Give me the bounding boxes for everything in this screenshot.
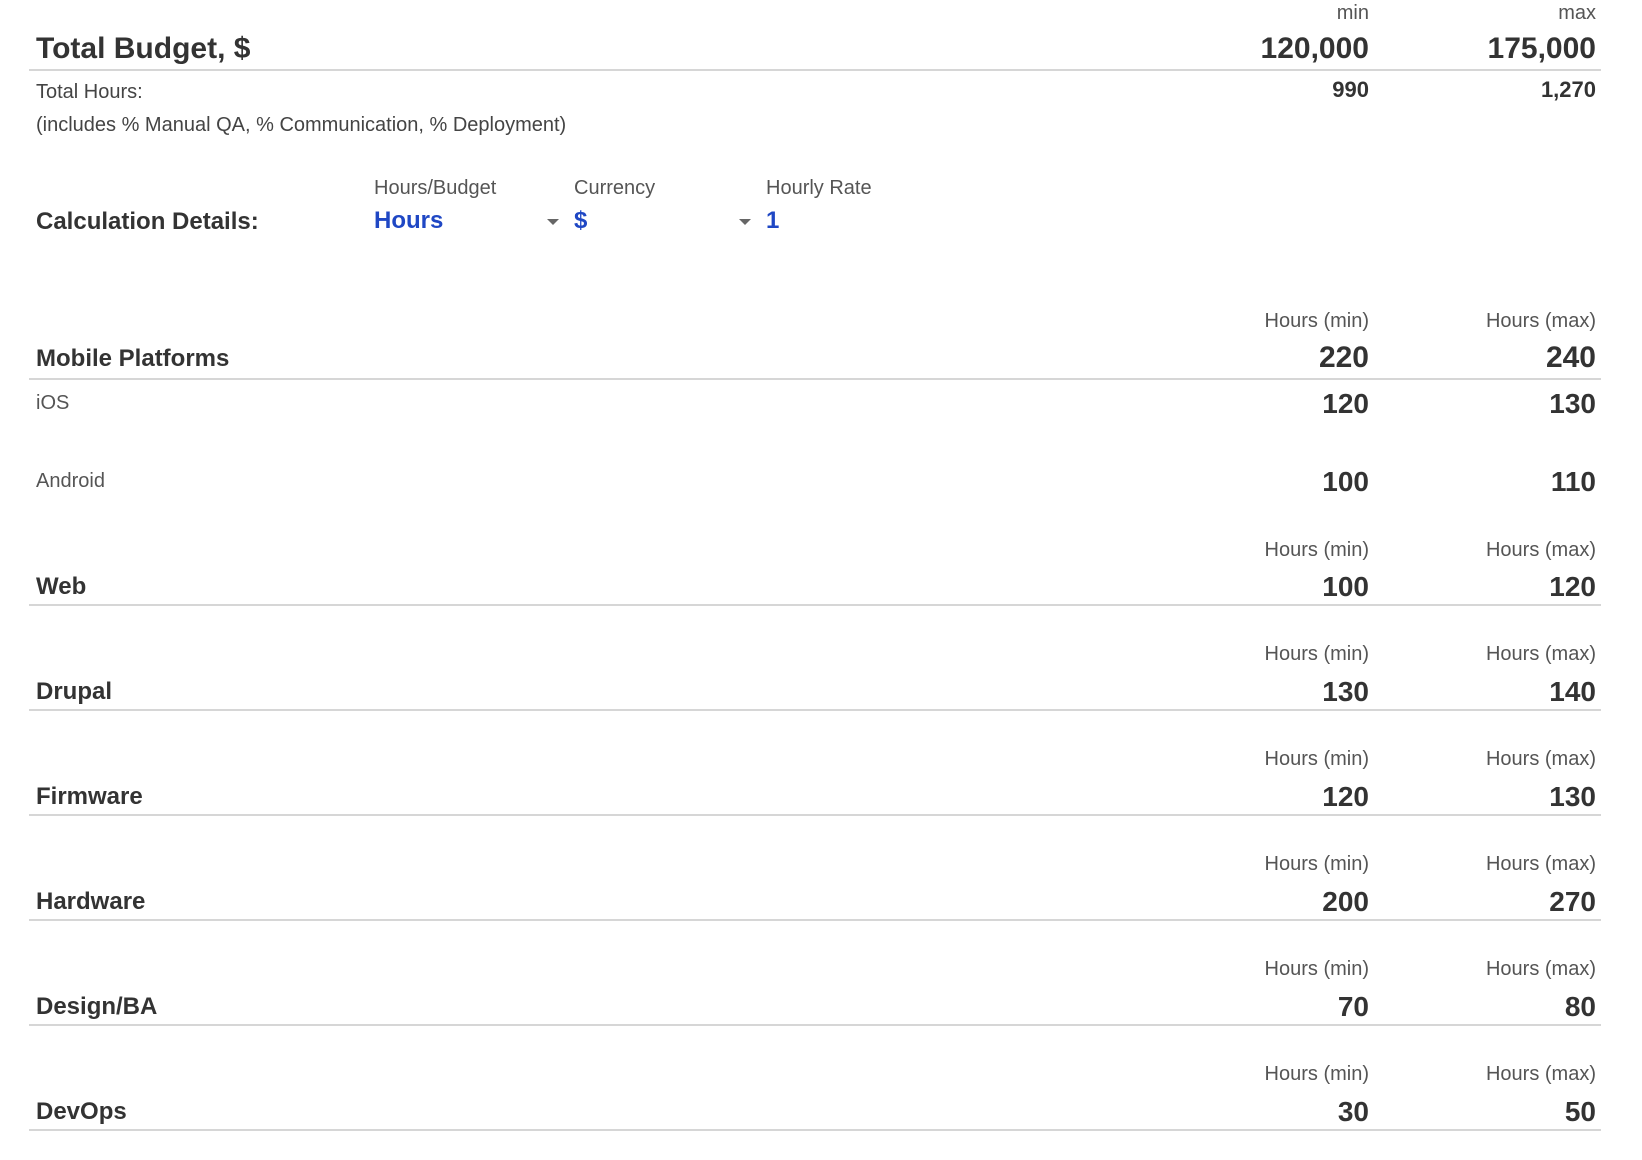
hours-min-header: Hours (min) <box>1264 1063 1369 1085</box>
section-hours-max: 140 <box>1549 676 1596 707</box>
hours-max-header: Hours (max) <box>1485 310 1596 332</box>
section-hours-min: 70 <box>1337 991 1369 1022</box>
divider <box>29 378 1601 380</box>
total-hours-max: 1,270 <box>1540 77 1596 102</box>
hours-min-header: Hours (min) <box>1264 958 1369 980</box>
section-title-design-ba: Design/BA <box>36 993 158 1020</box>
section-title-hardware: Hardware <box>36 888 146 915</box>
hours-max-header: Hours (max) <box>1485 1063 1596 1085</box>
row-label-ios: iOS <box>36 392 70 414</box>
section-hours-max: 120 <box>1549 571 1596 602</box>
hours-max-header: Hours (max) <box>1485 748 1596 770</box>
total-hours-min: 990 <box>1332 77 1369 102</box>
total-hours-note: (includes % Manual QA, % Communication, … <box>36 114 567 136</box>
budget-estimate-page: min max Total Budget, $ 120,000 175,000 … <box>0 0 1642 1160</box>
chevron-down-icon[interactable] <box>547 219 559 225</box>
hours-max-header: Hours (max) <box>1485 853 1596 875</box>
section-hours-min: 220 <box>1318 341 1369 374</box>
currency-caption: Currency <box>574 177 656 199</box>
divider <box>29 604 1601 606</box>
row-hours-min: 120 <box>1322 388 1369 419</box>
chevron-down-icon[interactable] <box>739 219 751 225</box>
row-hours-max: 110 <box>1550 466 1596 497</box>
max-column-header: max <box>1558 2 1596 24</box>
section-hours-max: 240 <box>1545 341 1596 374</box>
hourly-rate-input[interactable]: 1 <box>766 207 779 235</box>
section-hours-min: 100 <box>1322 571 1369 602</box>
section-hours-min: 30 <box>1337 1096 1369 1127</box>
hours-min-header: Hours (min) <box>1264 539 1369 561</box>
hourly-rate-caption: Hourly Rate <box>766 177 872 199</box>
hours-min-header: Hours (min) <box>1264 853 1369 875</box>
section-hours-max: 50 <box>1564 1096 1596 1127</box>
section-hours-max: 130 <box>1549 781 1596 812</box>
row-label-android: Android <box>36 470 105 492</box>
divider <box>29 69 1601 71</box>
section-title-mobile-platforms: Mobile Platforms <box>36 345 230 372</box>
section-hours-min: 200 <box>1322 886 1369 917</box>
calculation-details-label: Calculation Details: <box>36 208 259 235</box>
hours-max-header: Hours (max) <box>1485 539 1596 561</box>
section-hours-max: 80 <box>1564 991 1596 1022</box>
section-hours-max: 270 <box>1549 886 1596 917</box>
divider <box>29 919 1601 921</box>
total-budget-min: 120,000 <box>1260 32 1369 65</box>
hours-max-header: Hours (max) <box>1485 958 1596 980</box>
total-hours-label: Total Hours: <box>36 81 143 103</box>
hours-min-header: Hours (min) <box>1264 643 1369 665</box>
row-hours-max: 130 <box>1549 388 1596 419</box>
section-title-drupal: Drupal <box>36 678 113 705</box>
divider <box>29 814 1601 816</box>
section-title-firmware: Firmware <box>36 783 143 810</box>
hours-max-header: Hours (max) <box>1485 643 1596 665</box>
row-hours-min: 100 <box>1322 466 1369 497</box>
divider <box>29 1129 1601 1131</box>
page-title: Total Budget, $ <box>36 32 251 65</box>
hours-budget-value[interactable]: Hours <box>374 207 443 235</box>
total-budget-max: 175,000 <box>1487 32 1596 65</box>
min-column-header: min <box>1336 2 1369 24</box>
section-title-devops: DevOps <box>36 1098 127 1125</box>
divider <box>29 709 1601 711</box>
divider <box>29 1024 1601 1026</box>
hours-min-header: Hours (min) <box>1264 748 1369 770</box>
section-hours-min: 120 <box>1322 781 1369 812</box>
section-title-web: Web <box>36 573 87 600</box>
section-hours-min: 130 <box>1322 676 1369 707</box>
currency-value[interactable]: $ <box>574 207 587 235</box>
hours-min-header: Hours (min) <box>1264 310 1369 332</box>
hours-budget-caption: Hours/Budget <box>374 177 497 199</box>
